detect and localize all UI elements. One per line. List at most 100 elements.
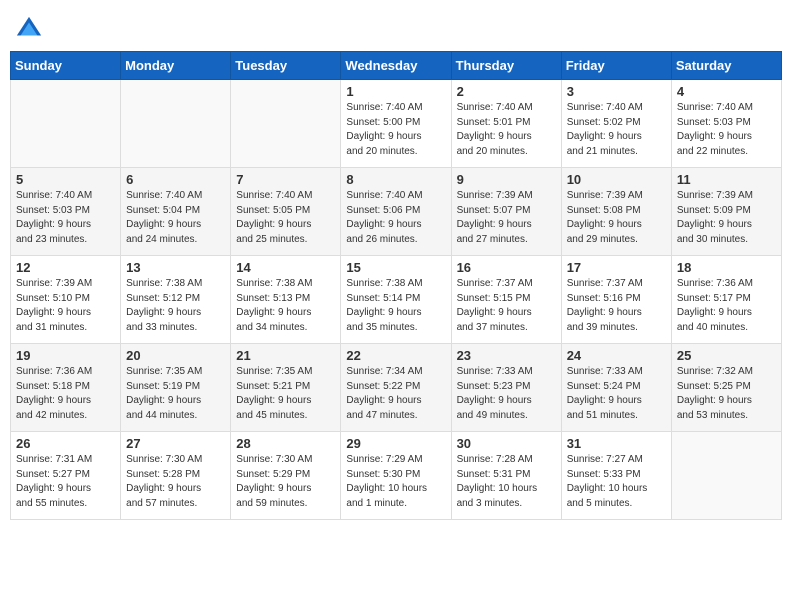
- day-info: Sunrise: 7:27 AM Sunset: 5:33 PM Dayligh…: [567, 453, 666, 511]
- calendar-cell: [671, 432, 781, 520]
- day-info: Sunrise: 7:29 AM Sunset: 5:30 PM Dayligh…: [346, 453, 445, 511]
- calendar-cell: [11, 80, 121, 168]
- week-row-0: 1Sunrise: 7:40 AM Sunset: 5:00 PM Daylig…: [11, 80, 782, 168]
- page-header: [10, 10, 782, 43]
- calendar-cell: 20 Sunrise: 7:35 AM Sunset: 5:19 PM Dayli…: [121, 344, 231, 432]
- calendar-cell: 26Sunrise: 7:31 AM Sunset: 5:27 PM Dayli…: [11, 432, 121, 520]
- logo: [15, 15, 47, 43]
- calendar-cell: 8Sunrise: 7:40 AM Sunset: 5:06 PM Daylig…: [341, 168, 451, 256]
- day-info: Sunrise: 7:40 AM Sunset: 5:03 PM Dayligh…: [16, 189, 115, 247]
- calendar-cell: 1Sunrise: 7:40 AM Sunset: 5:00 PM Daylig…: [341, 80, 451, 168]
- calendar-cell: 27 Sunrise: 7:30 AM Sunset: 5:28 PM Dayli…: [121, 432, 231, 520]
- day-number: 12: [16, 260, 115, 275]
- calendar-cell: 11Sunrise: 7:39 AM Sunset: 5:09 PM Dayli…: [671, 168, 781, 256]
- weekday-header-wednesday: Wednesday: [341, 52, 451, 80]
- day-number: 29: [346, 436, 445, 451]
- calendar-cell: 6 Sunrise: 7:40 AM Sunset: 5:04 PM Daylig…: [121, 168, 231, 256]
- day-info: Sunrise: 7:35 AM Sunset: 5:21 PM Dayligh…: [236, 365, 335, 423]
- calendar-cell: 21 Sunrise: 7:35 AM Sunset: 5:21 PM Dayli…: [231, 344, 341, 432]
- day-info: Sunrise: 7:36 AM Sunset: 5:17 PM Dayligh…: [677, 277, 776, 335]
- weekday-header-monday: Monday: [121, 52, 231, 80]
- day-info: Sunrise: 7:39 AM Sunset: 5:07 PM Dayligh…: [457, 189, 556, 247]
- day-number: 19: [16, 348, 115, 363]
- day-info: Sunrise: 7:35 AM Sunset: 5:19 PM Dayligh…: [126, 365, 225, 423]
- day-number: 13: [126, 260, 225, 275]
- day-number: 14: [236, 260, 335, 275]
- day-number: 7: [236, 172, 335, 187]
- day-number: 15: [346, 260, 445, 275]
- calendar-cell: 10Sunrise: 7:39 AM Sunset: 5:08 PM Dayli…: [561, 168, 671, 256]
- day-number: 6: [126, 172, 225, 187]
- weekday-header-sunday: Sunday: [11, 52, 121, 80]
- logo-icon: [15, 15, 43, 43]
- day-info: Sunrise: 7:40 AM Sunset: 5:03 PM Dayligh…: [677, 101, 776, 159]
- day-info: Sunrise: 7:34 AM Sunset: 5:22 PM Dayligh…: [346, 365, 445, 423]
- calendar-cell: 23 Sunrise: 7:33 AM Sunset: 5:23 PM Dayli…: [451, 344, 561, 432]
- day-info: Sunrise: 7:32 AM Sunset: 5:25 PM Dayligh…: [677, 365, 776, 423]
- calendar-cell: 4 Sunrise: 7:40 AM Sunset: 5:03 PM Daylig…: [671, 80, 781, 168]
- calendar-cell: 22 Sunrise: 7:34 AM Sunset: 5:22 PM Dayli…: [341, 344, 451, 432]
- weekday-header-thursday: Thursday: [451, 52, 561, 80]
- calendar-cell: 18 Sunrise: 7:36 AM Sunset: 5:17 PM Dayli…: [671, 256, 781, 344]
- day-info: Sunrise: 7:30 AM Sunset: 5:28 PM Dayligh…: [126, 453, 225, 511]
- calendar-cell: 5 Sunrise: 7:40 AM Sunset: 5:03 PM Daylig…: [11, 168, 121, 256]
- calendar-cell: 17 Sunrise: 7:37 AM Sunset: 5:16 PM Dayli…: [561, 256, 671, 344]
- calendar-cell: 14 Sunrise: 7:38 AM Sunset: 5:13 PM Dayli…: [231, 256, 341, 344]
- day-number: 18: [677, 260, 776, 275]
- calendar-cell: 12Sunrise: 7:39 AM Sunset: 5:10 PM Dayli…: [11, 256, 121, 344]
- day-info: Sunrise: 7:33 AM Sunset: 5:24 PM Dayligh…: [567, 365, 666, 423]
- week-row-2: 12Sunrise: 7:39 AM Sunset: 5:10 PM Dayli…: [11, 256, 782, 344]
- calendar-cell: 3Sunrise: 7:40 AM Sunset: 5:02 PM Daylig…: [561, 80, 671, 168]
- week-row-4: 26Sunrise: 7:31 AM Sunset: 5:27 PM Dayli…: [11, 432, 782, 520]
- day-number: 28: [236, 436, 335, 451]
- calendar-cell: 13 Sunrise: 7:38 AM Sunset: 5:12 PM Dayli…: [121, 256, 231, 344]
- weekday-header-row: SundayMondayTuesdayWednesdayThursdayFrid…: [11, 52, 782, 80]
- week-row-1: 5 Sunrise: 7:40 AM Sunset: 5:03 PM Daylig…: [11, 168, 782, 256]
- day-info: Sunrise: 7:30 AM Sunset: 5:29 PM Dayligh…: [236, 453, 335, 511]
- week-row-3: 19 Sunrise: 7:36 AM Sunset: 5:18 PM Dayli…: [11, 344, 782, 432]
- day-number: 11: [677, 172, 776, 187]
- day-number: 22: [346, 348, 445, 363]
- day-info: Sunrise: 7:37 AM Sunset: 5:16 PM Dayligh…: [567, 277, 666, 335]
- day-number: 4: [677, 84, 776, 99]
- day-number: 5: [16, 172, 115, 187]
- day-info: Sunrise: 7:36 AM Sunset: 5:18 PM Dayligh…: [16, 365, 115, 423]
- calendar-cell: [231, 80, 341, 168]
- calendar-cell: 25 Sunrise: 7:32 AM Sunset: 5:25 PM Dayli…: [671, 344, 781, 432]
- calendar-cell: 29 Sunrise: 7:29 AM Sunset: 5:30 PM Dayli…: [341, 432, 451, 520]
- weekday-header-tuesday: Tuesday: [231, 52, 341, 80]
- calendar-cell: 19 Sunrise: 7:36 AM Sunset: 5:18 PM Dayli…: [11, 344, 121, 432]
- day-number: 27: [126, 436, 225, 451]
- day-number: 23: [457, 348, 556, 363]
- calendar-cell: 24 Sunrise: 7:33 AM Sunset: 5:24 PM Dayli…: [561, 344, 671, 432]
- day-info: Sunrise: 7:40 AM Sunset: 5:05 PM Dayligh…: [236, 189, 335, 247]
- day-number: 16: [457, 260, 556, 275]
- day-number: 17: [567, 260, 666, 275]
- weekday-header-saturday: Saturday: [671, 52, 781, 80]
- day-number: 21: [236, 348, 335, 363]
- day-info: Sunrise: 7:37 AM Sunset: 5:15 PM Dayligh…: [457, 277, 556, 335]
- day-number: 20: [126, 348, 225, 363]
- day-number: 8: [346, 172, 445, 187]
- weekday-header-friday: Friday: [561, 52, 671, 80]
- day-number: 2: [457, 84, 556, 99]
- day-info: Sunrise: 7:39 AM Sunset: 5:08 PM Dayligh…: [567, 189, 666, 247]
- day-info: Sunrise: 7:40 AM Sunset: 5:04 PM Dayligh…: [126, 189, 225, 247]
- calendar-cell: [121, 80, 231, 168]
- day-number: 1: [346, 84, 445, 99]
- day-number: 26: [16, 436, 115, 451]
- calendar-header: SundayMondayTuesdayWednesdayThursdayFrid…: [11, 52, 782, 80]
- day-info: Sunrise: 7:28 AM Sunset: 5:31 PM Dayligh…: [457, 453, 556, 511]
- calendar-cell: 31Sunrise: 7:27 AM Sunset: 5:33 PM Dayli…: [561, 432, 671, 520]
- day-number: 25: [677, 348, 776, 363]
- calendar-cell: 28 Sunrise: 7:30 AM Sunset: 5:29 PM Dayli…: [231, 432, 341, 520]
- day-info: Sunrise: 7:38 AM Sunset: 5:12 PM Dayligh…: [126, 277, 225, 335]
- day-info: Sunrise: 7:38 AM Sunset: 5:13 PM Dayligh…: [236, 277, 335, 335]
- day-number: 9: [457, 172, 556, 187]
- calendar-cell: 15Sunrise: 7:38 AM Sunset: 5:14 PM Dayli…: [341, 256, 451, 344]
- calendar-body: 1Sunrise: 7:40 AM Sunset: 5:00 PM Daylig…: [11, 80, 782, 520]
- calendar-cell: 2Sunrise: 7:40 AM Sunset: 5:01 PM Daylig…: [451, 80, 561, 168]
- day-info: Sunrise: 7:33 AM Sunset: 5:23 PM Dayligh…: [457, 365, 556, 423]
- calendar-cell: 16 Sunrise: 7:37 AM Sunset: 5:15 PM Dayli…: [451, 256, 561, 344]
- day-number: 24: [567, 348, 666, 363]
